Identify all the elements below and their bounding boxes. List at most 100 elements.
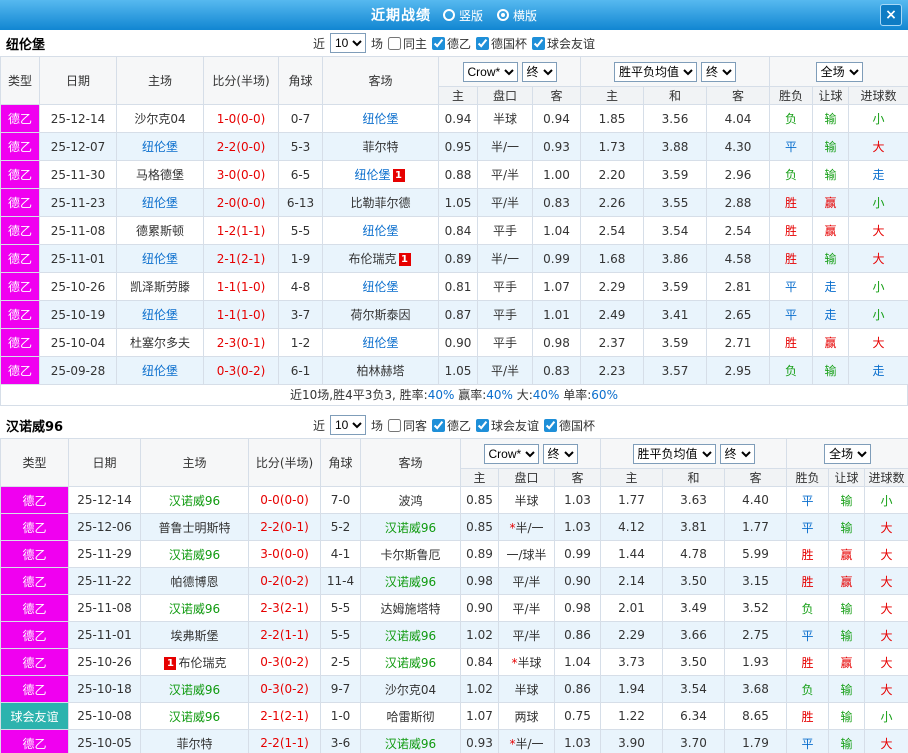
avg-draw-cell: 3.59 — [643, 160, 708, 189]
team-link[interactable]: 沙尔克04 — [134, 112, 185, 126]
team-link[interactable]: 埃弗斯堡 — [170, 629, 218, 643]
avg-draw-cell: 3.50 — [662, 567, 726, 595]
result-cell: 平 — [786, 621, 830, 649]
team-link[interactable]: 柏林赫塔 — [356, 364, 404, 378]
same-away-checkbox[interactable] — [387, 418, 401, 432]
team-link[interactable]: 纽伦堡 — [362, 224, 398, 238]
team-link[interactable]: 荷尔斯泰因 — [350, 308, 410, 322]
team-link[interactable]: 布伦瑞克 — [348, 252, 396, 266]
league-checkbox[interactable] — [432, 418, 445, 432]
radio-horizontal-label: 横版 — [513, 8, 538, 23]
team-link[interactable]: 沙尔克04 — [385, 683, 436, 697]
scope-select[interactable]: 全场 — [815, 61, 863, 82]
team-link[interactable]: 汉诺威96 — [169, 683, 220, 697]
match-row: 德乙 25-11-01 纽伦堡 2-1(2-1) 1-9 布伦瑞克 1 0.89 半/一 0.99… — [0, 244, 908, 273]
filter-league-3[interactable]: 德国杯 — [544, 417, 595, 434]
team-link[interactable]: 纽伦堡 — [142, 308, 178, 322]
team-link[interactable]: 杜塞尔多夫 — [130, 336, 190, 350]
handicap-result-cell: 赢 — [828, 540, 866, 568]
date-cell: 25-11-01 — [39, 244, 117, 273]
team-link[interactable]: 汉诺威96 — [169, 548, 220, 562]
team-link[interactable]: 纽伦堡 — [142, 140, 178, 154]
match-row: 德乙 25-12-06 普鲁士明斯特 2-2(0-1) 5-2 汉诺威96 0.85 *半/一… — [0, 513, 908, 541]
team-link[interactable]: 纽伦堡 — [362, 280, 398, 294]
team-link[interactable]: 哈雷斯彻 — [386, 710, 434, 724]
team-link[interactable]: 纽伦堡 — [142, 252, 178, 266]
close-button[interactable]: × — [880, 4, 902, 26]
home-odds-cell: 1.05 — [438, 188, 478, 217]
recent-count-select[interactable]: 10 — [329, 33, 366, 53]
team-link[interactable]: 纽伦堡 — [142, 364, 178, 378]
radio-circle-icon — [442, 9, 455, 21]
avg-type-select[interactable]: 胜平负均值 — [632, 443, 716, 464]
league-checkbox[interactable] — [476, 36, 490, 50]
avg-away-cell: 3.15 — [724, 567, 788, 595]
away-odds-cell: 1.04 — [531, 216, 582, 245]
team-link[interactable]: 马格德堡 — [136, 168, 184, 182]
window-title: 近期战绩 — [370, 8, 431, 24]
team-link[interactable]: 菲尔特 — [176, 737, 212, 751]
home-team-cell: 菲尔特 — [140, 729, 249, 753]
team-link[interactable]: 卡尔斯鲁厄 — [380, 548, 440, 562]
avg-stage-select[interactable]: 终 — [719, 443, 755, 464]
avg-type-select[interactable]: 胜平负均值 — [614, 61, 698, 82]
star-mark: * — [509, 736, 516, 751]
team-link[interactable]: 汉诺威96 — [385, 656, 436, 670]
corner-cell: 0-7 — [278, 104, 323, 133]
odds-stage-select[interactable]: 终 — [542, 443, 578, 464]
league-checkbox[interactable] — [532, 36, 546, 50]
radio-horizontal-layout[interactable]: 横版 — [497, 7, 537, 24]
avg-home-cell: 4.12 — [600, 513, 664, 541]
star-mark: * — [509, 520, 516, 535]
team-link[interactable]: 汉诺威96 — [385, 521, 436, 535]
team-link[interactable]: 纽伦堡 — [362, 112, 398, 126]
filter-league-3[interactable]: 球会友谊 — [532, 35, 595, 52]
team-link[interactable]: 汉诺威96 — [169, 710, 220, 724]
avg-home-cell: 1.94 — [600, 675, 664, 703]
team-link[interactable]: 汉诺威96 — [385, 575, 436, 589]
team-link[interactable]: 比勒菲尔德 — [350, 196, 410, 210]
away-team-cell: 波鸿 — [360, 486, 461, 514]
avg-stage-select[interactable]: 终 — [701, 61, 737, 82]
team-link[interactable]: 帕德博恩 — [170, 575, 218, 589]
team-link[interactable]: 纽伦堡 — [142, 196, 178, 210]
league-checkbox[interactable] — [432, 36, 445, 50]
sub-col-goals: 进球数 — [848, 86, 908, 105]
match-history-table: 类型 日期 主场 比分(半场) 角球 客场 Crow* 终 胜平负均值 终 全场… — [0, 438, 908, 753]
filter-league-1[interactable]: 德乙 — [432, 35, 471, 52]
scope-select[interactable]: 全场 — [824, 443, 872, 464]
team-link[interactable]: 德累斯顿 — [136, 224, 184, 238]
filter-league-2[interactable]: 球会友谊 — [476, 417, 539, 434]
filter-league-2[interactable]: 德国杯 — [476, 35, 527, 52]
odds-company-select[interactable]: Crow* — [483, 443, 539, 464]
odds-company-select[interactable]: Crow* — [462, 61, 518, 82]
summary-segment: 40% — [486, 388, 513, 402]
filter-league-1[interactable]: 德乙 — [432, 417, 471, 434]
corner-cell: 6-1 — [278, 356, 323, 385]
team-link[interactable]: 纽伦堡 — [362, 336, 398, 350]
handicap-cell: 半球 — [477, 104, 533, 133]
radio-vertical-layout[interactable]: 竖版 — [442, 7, 483, 24]
team-link[interactable]: 汉诺威96 — [169, 494, 220, 508]
team-link[interactable]: 纽伦堡 — [354, 168, 390, 182]
team-link[interactable]: 汉诺威96 — [385, 737, 436, 751]
sub-col-avg-home: 主 — [580, 86, 645, 105]
recent-count-select[interactable]: 10 — [329, 415, 366, 435]
league-checkbox[interactable] — [544, 418, 558, 432]
odds-stage-select[interactable]: 终 — [521, 61, 557, 82]
team-link[interactable]: 普鲁士明斯特 — [158, 521, 230, 535]
team-link[interactable]: 凯泽斯劳滕 — [130, 280, 190, 294]
same-home-checkbox[interactable] — [387, 36, 401, 50]
team-link[interactable]: 布伦瑞克 — [178, 656, 226, 670]
team-link[interactable]: 波鸿 — [398, 494, 422, 508]
team-link[interactable]: 汉诺威96 — [385, 629, 436, 643]
team-link[interactable]: 达姆施塔特 — [380, 602, 440, 616]
summary-row: 近10场,胜4平3负3, 胜率:40% 赢率:40% 大:40% 单率:60% — [0, 385, 908, 406]
league-checkbox[interactable] — [476, 418, 490, 432]
filter-same-home[interactable]: 同主 — [387, 35, 427, 52]
away-odds-cell: 1.04 — [553, 648, 602, 676]
filter-same-away[interactable]: 同客 — [387, 417, 427, 434]
home-odds-cell: 0.85 — [460, 513, 499, 541]
team-link[interactable]: 汉诺威96 — [169, 602, 220, 616]
team-link[interactable]: 菲尔特 — [362, 140, 398, 154]
